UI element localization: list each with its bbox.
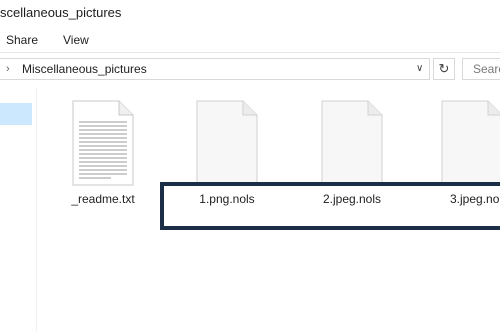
- chevron-down-icon[interactable]: ∨: [416, 63, 423, 74]
- search-input[interactable]: Searc: [462, 58, 500, 80]
- refresh-icon: ↻: [438, 61, 450, 76]
- blank-file-icon: [321, 100, 383, 186]
- file-item-readme[interactable]: _readme.txt: [58, 100, 148, 206]
- address-bar[interactable]: › Miscellaneous_pictures ∨: [0, 58, 430, 80]
- refresh-button[interactable]: ↻: [433, 58, 455, 80]
- navigation-pane: [0, 88, 37, 332]
- text-file-icon: [72, 100, 134, 186]
- chevron-right-icon[interactable]: ›: [6, 63, 10, 75]
- ribbon-menu: Share View: [0, 30, 500, 52]
- blank-file-icon: [196, 100, 258, 186]
- ribbon-divider: [0, 52, 500, 53]
- menu-view[interactable]: View: [63, 33, 89, 47]
- blank-file-icon: [441, 100, 500, 186]
- highlight-frame: [160, 182, 500, 230]
- address-path[interactable]: Miscellaneous_pictures: [22, 62, 147, 76]
- window-title: scellaneous_pictures: [0, 5, 122, 20]
- file-name: _readme.txt: [71, 192, 135, 206]
- nav-selected-item[interactable]: [0, 103, 32, 125]
- menu-share[interactable]: Share: [6, 33, 38, 47]
